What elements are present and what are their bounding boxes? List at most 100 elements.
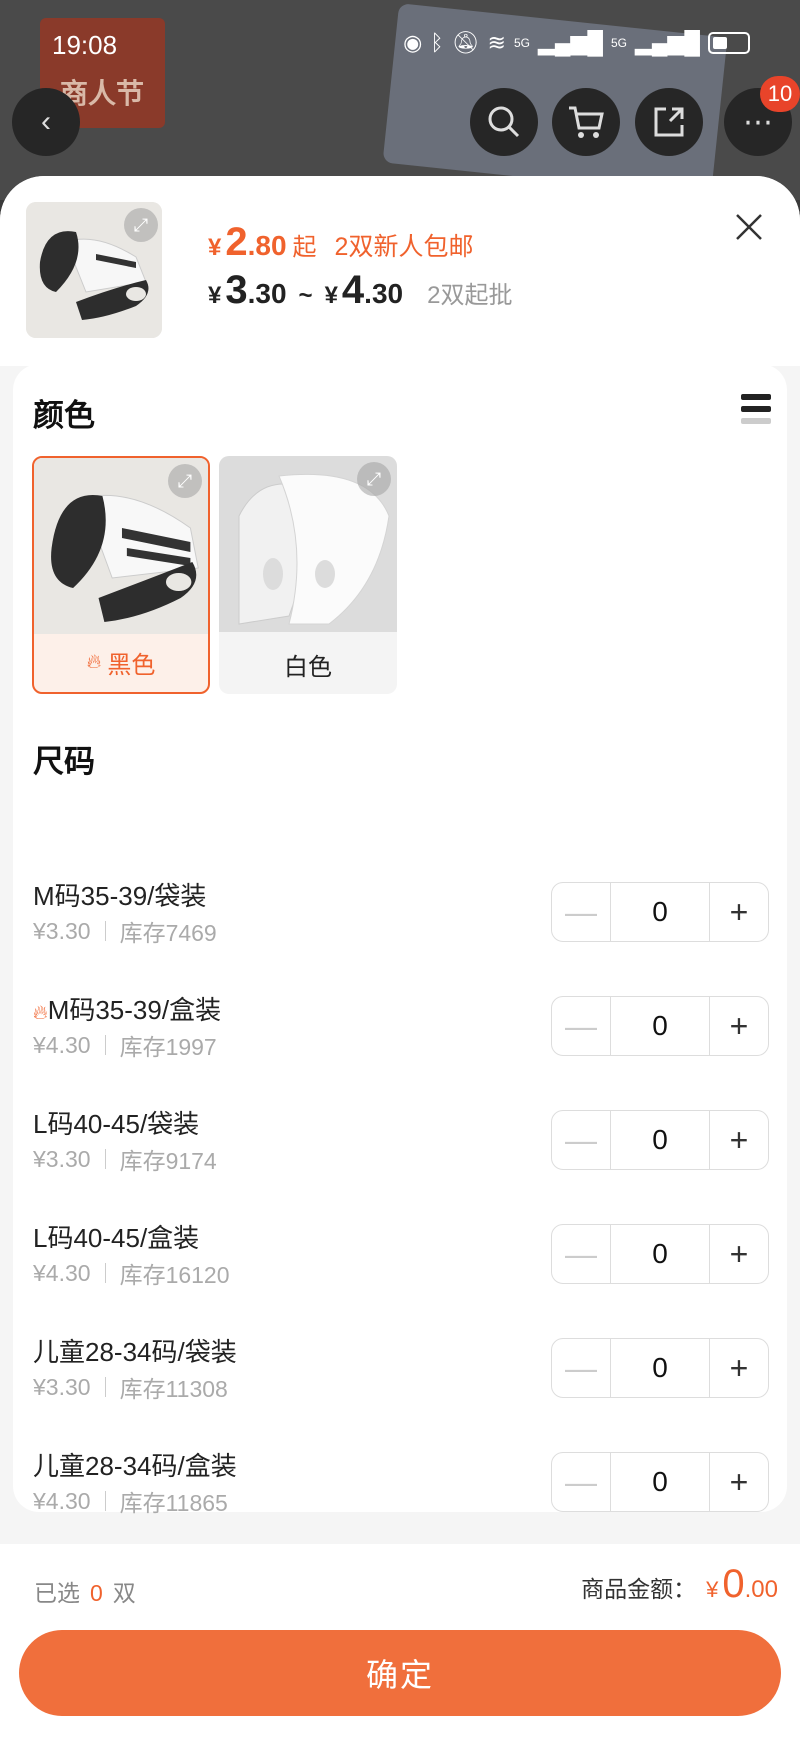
divider [104,1263,106,1283]
currency-symbol: ¥ [324,282,338,309]
mute-icon: 🔕︎ [451,30,480,55]
expand-icon[interactable]: ⤢ [357,462,391,496]
increment-button[interactable]: + [710,1453,768,1511]
size-row-2: 🔥︎M码35-39/盒装 ¥4.30 库存1997 — 0 + [33,990,773,1070]
size-name: M码35-39/盒装 [47,995,222,1025]
size-price: ¥4.30 [33,1031,91,1058]
color-option-black[interactable]: ⤢ 🔥︎ 黑色 [32,456,210,694]
increment-button[interactable]: + [710,997,768,1055]
range-high-integer: 4 [341,268,365,312]
quantity-value[interactable]: 0 [610,1111,710,1169]
sheet-header: ⤢ ¥ 2 .80 起 2双新人包邮 ¥ 3 .30 ~ ¥ 4 .30 2双起… [0,176,800,366]
signal-icon: ▂▄▆█ [537,30,603,55]
currency-symbol: ¥ [208,282,222,309]
expand-icon[interactable]: ⤢ [168,464,202,498]
confirm-button[interactable]: 确定 [19,1630,781,1716]
quantity-value[interactable]: 0 [610,1225,710,1283]
decrement-button[interactable]: — [552,997,610,1055]
amount-decimal: .00 [744,1576,778,1603]
increment-button[interactable]: + [710,1339,768,1397]
quantity-value[interactable]: 0 [610,1339,710,1397]
increment-button[interactable]: + [710,1225,768,1283]
size-meta: ¥3.30 库存7469 [33,914,217,948]
color-option-label: 白色 [219,634,397,694]
divider [104,1377,106,1397]
size-name: 儿童28-34码/袋装 [33,1337,237,1367]
amount-integer: 0 [722,1562,745,1606]
size-stock: 库存7469 [119,920,217,946]
search-icon [488,106,520,138]
color-name: 黑色 [107,651,156,679]
decrement-button[interactable]: — [552,1111,610,1169]
network-label-1: 5G [513,36,530,50]
quantity-stepper: — 0 + [551,882,769,942]
hot-icon: 🔥︎ [86,650,102,673]
share-button[interactable] [635,88,703,156]
product-thumbnail[interactable]: ⤢ [26,202,162,338]
list-view-icon[interactable] [741,394,771,424]
divider [104,1491,106,1511]
size-row-3: L码40-45/袋装 ¥3.30 库存9174 — 0 + [33,1104,773,1184]
quantity-stepper: — 0 + [551,996,769,1056]
color-option-white[interactable]: ⤢ 白色 [219,456,397,694]
quantity-stepper: — 0 + [551,1452,769,1512]
size-meta: ¥4.30 库存11865 [33,1484,228,1518]
decrement-button[interactable]: — [552,1225,610,1283]
size-name: L码40-45/袋装 [33,1109,200,1139]
status-bar: 19:08 ◉ ᛒ 🔕︎ ≋ 5G ▂▄▆█ 5G ▂▄▆█ [0,0,800,90]
battery-icon [708,32,750,54]
range-low-integer: 3 [225,268,248,312]
total-amount: 商品金额： ¥ 0 .00 [581,1562,778,1607]
range-high-decimal: .30 [364,278,404,309]
size-price: ¥3.30 [33,1373,91,1400]
size-price: ¥4.30 [33,1487,91,1514]
bluetooth-icon: ᛒ [430,30,444,55]
more-button[interactable]: ⋯ 10 [724,76,800,156]
promo-price-suffix: 起 [292,234,317,261]
status-icons: ◉ ᛒ 🔕︎ ≋ 5G ▂▄▆█ 5G ▂▄▆█ [403,30,750,56]
color-name: 白色 [284,653,332,681]
size-price: ¥3.30 [33,1145,91,1172]
size-row-4: L码40-45/盒装 ¥4.30 库存16120 — 0 + [33,1218,773,1298]
selected-count: 已选 0 双 [34,1574,136,1608]
increment-button[interactable]: + [710,883,768,941]
quantity-stepper: — 0 + [551,1338,769,1398]
quantity-value[interactable]: 0 [610,1453,710,1511]
selected-number: 0 [90,1580,103,1606]
size-stock: 库存1997 [119,1034,217,1060]
promo-note: 2双新人包邮 [334,233,474,261]
cart-icon [569,106,604,138]
amount-label: 商品金额： [581,1576,697,1602]
quantity-value[interactable]: 0 [610,883,710,941]
size-name: 儿童28-34码/盒装 [33,1451,237,1481]
currency-symbol: ¥ [208,234,222,261]
status-time: 19:08 [52,30,118,60]
price-range: ¥ 3 .30 ~ ¥ 4 .30 2双起批 [208,268,512,313]
footer-bar: 已选 0 双 商品金额： ¥ 0 .00 确定 [0,1544,800,1764]
search-button[interactable] [470,88,538,156]
back-button[interactable]: ‹ [12,88,80,156]
close-button[interactable] [734,206,764,250]
size-stock: 库存16120 [119,1262,230,1288]
expand-icon[interactable]: ⤢ [124,208,158,242]
share-icon [654,107,684,137]
decrement-button[interactable]: — [552,1339,610,1397]
options-panel: 颜色 ⤢ 🔥︎ 黑色 ⤢ 白色 尺码 M码35-39/袋装 ¥3.30 库存74… [13,364,787,1516]
size-meta: ¥4.30 库存16120 [33,1256,230,1290]
cart-button[interactable] [552,88,620,156]
size-stock: 库存11308 [119,1376,228,1402]
decrement-button[interactable]: — [552,1453,610,1511]
divider [104,1035,106,1055]
color-option-label: 🔥︎ 黑色 [34,632,208,692]
min-order-note: 2双起批 [427,282,513,309]
increment-button[interactable]: + [710,1111,768,1169]
quantity-value[interactable]: 0 [610,997,710,1055]
size-name-wrap: 🔥︎M码35-39/盒装 [33,990,221,1027]
size-meta: ¥3.30 库存11308 [33,1370,228,1404]
currency-symbol: ¥ [706,1577,719,1602]
size-row-5: 儿童28-34码/袋装 ¥3.30 库存11308 — 0 + [33,1332,773,1412]
size-section-title: 尺码 [33,744,95,779]
range-separator: ~ [298,282,313,309]
decrement-button[interactable]: — [552,883,610,941]
hot-icon: 🔥︎ [33,1002,48,1024]
